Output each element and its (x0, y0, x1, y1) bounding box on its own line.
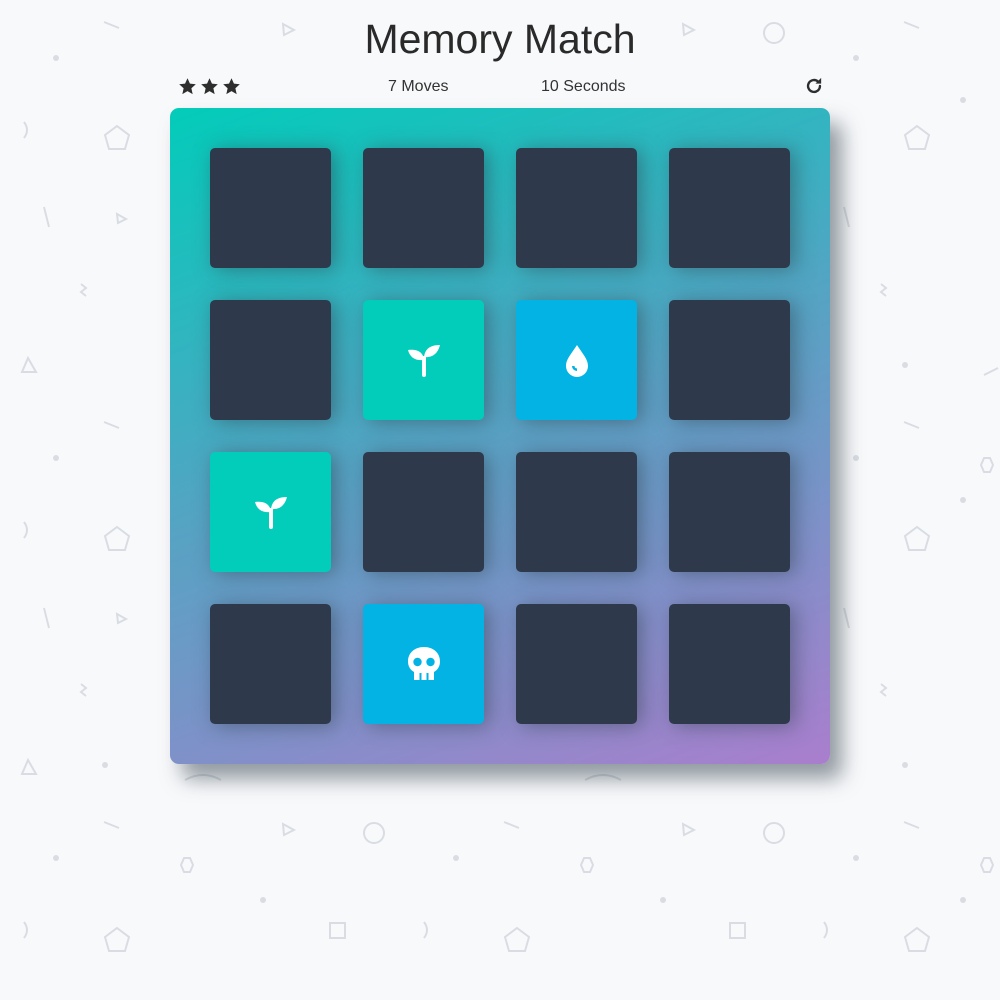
card-closed[interactable] (210, 604, 331, 724)
seedling-icon (251, 492, 291, 532)
card-closed[interactable] (516, 148, 637, 268)
card-closed[interactable] (669, 148, 790, 268)
card-closed[interactable] (363, 148, 484, 268)
restart-button[interactable] (803, 75, 825, 97)
card-closed[interactable] (669, 604, 790, 724)
card-closed[interactable] (210, 300, 331, 420)
skull-icon (404, 644, 444, 684)
card-closed[interactable] (210, 148, 331, 268)
card-closed[interactable] (516, 604, 637, 724)
star-icon (179, 78, 196, 95)
card-deck (170, 108, 830, 764)
card-match[interactable] (210, 452, 331, 572)
tint-icon (557, 340, 597, 380)
card-open[interactable] (516, 300, 637, 420)
moves-counter: 7 Moves (388, 78, 449, 95)
seedling-icon (404, 340, 444, 380)
star-icon (223, 78, 240, 95)
card-closed[interactable] (669, 300, 790, 420)
game-title: Memory Match (364, 16, 636, 62)
score-panel: 7 Moves 10 Seconds (170, 74, 830, 102)
card-closed[interactable] (363, 452, 484, 572)
card-closed[interactable] (516, 452, 637, 572)
star-rating (178, 77, 241, 96)
restart-icon (806, 77, 822, 94)
card-open[interactable] (363, 604, 484, 724)
timer: 10 Seconds (541, 78, 626, 95)
star-icon (201, 78, 218, 95)
card-closed[interactable] (669, 452, 790, 572)
card-match[interactable] (363, 300, 484, 420)
game-page: Memory Match 7 Moves 10 Seconds (0, 0, 1000, 1000)
